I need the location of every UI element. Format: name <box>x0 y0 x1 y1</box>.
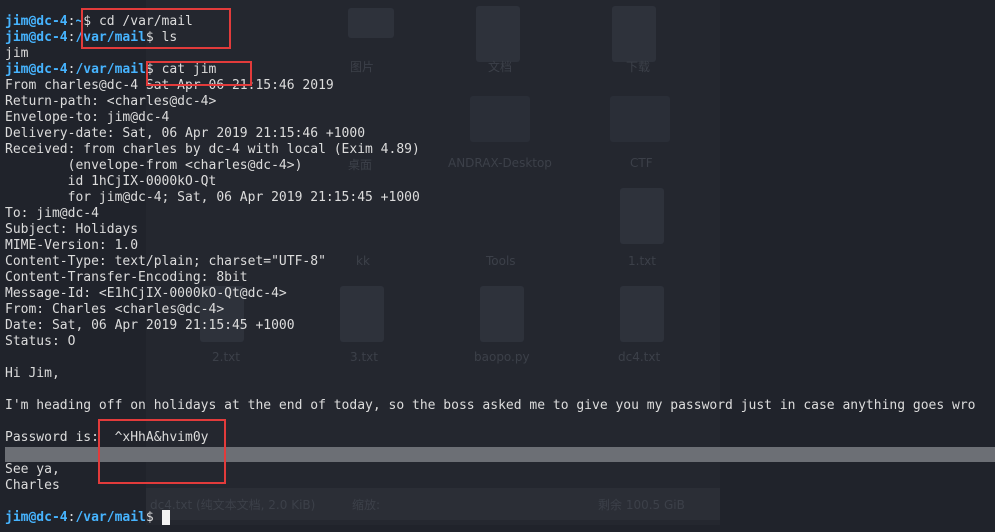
mail-header-line: (envelope-from <charles@dc-4>) <box>5 158 303 173</box>
prompt-line-4[interactable]: jim@dc-4:/var/mail$ <box>5 510 170 526</box>
prompt-user: jim@dc-4 <box>5 62 68 77</box>
mail-header-line: To: jim@dc-4 <box>5 206 99 221</box>
mail-header-line: Envelope-to: jim@dc-4 <box>5 110 170 125</box>
mail-header-line: Delivery-date: Sat, 06 Apr 2019 21:15:46… <box>5 126 366 141</box>
prompt-user: jim@dc-4 <box>5 510 68 525</box>
terminal-cursor <box>161 510 170 525</box>
mail-header-line: Content-Type: text/plain; charset="UTF-8… <box>5 254 326 269</box>
prompt-user: jim@dc-4 <box>5 14 68 29</box>
mail-body-text: I'm heading off on holidays at the end o… <box>5 398 976 413</box>
mail-header-line: Content-Transfer-Encoding: 8bit <box>5 270 248 285</box>
mail-header-line: for jim@dc-4; Sat, 06 Apr 2019 21:15:45 … <box>5 190 420 205</box>
mail-header-line: Subject: Holidays <box>5 222 139 237</box>
mail-header-line: MIME-Version: 1.0 <box>5 238 139 253</box>
mail-header-line: Received: from charles by dc-4 with loca… <box>5 142 420 157</box>
mail-greeting: Hi Jim, <box>5 366 60 381</box>
highlight-box-password <box>98 419 226 484</box>
mail-header-line: Return-path: <charles@dc-4> <box>5 94 217 109</box>
mail-signoff: See ya, <box>5 462 60 477</box>
mail-header-line: Date: Sat, 06 Apr 2019 21:15:45 +1000 <box>5 318 295 333</box>
mail-header-line: Status: O <box>5 334 76 349</box>
mail-header-line: From: Charles <charles@dc-4> <box>5 302 225 317</box>
terminal-window[interactable]: jim@dc-4:~$ cd /var/mail jim@dc-4:/var/m… <box>0 0 995 532</box>
prompt-path: /var/mail <box>75 62 146 77</box>
mail-signature: Charles <box>5 478 60 493</box>
prompt-user: jim@dc-4 <box>5 30 68 45</box>
mail-header-line: Message-Id: <E1hCjIX-0000kO-Qt@dc-4> <box>5 286 287 301</box>
ls-output: jim <box>5 46 29 61</box>
highlight-box-cat <box>146 61 252 86</box>
highlight-box-commands <box>81 8 231 49</box>
prompt-path: /var/mail <box>75 510 146 525</box>
mail-header-line: id 1hCjIX-0000kO-Qt <box>5 174 217 189</box>
